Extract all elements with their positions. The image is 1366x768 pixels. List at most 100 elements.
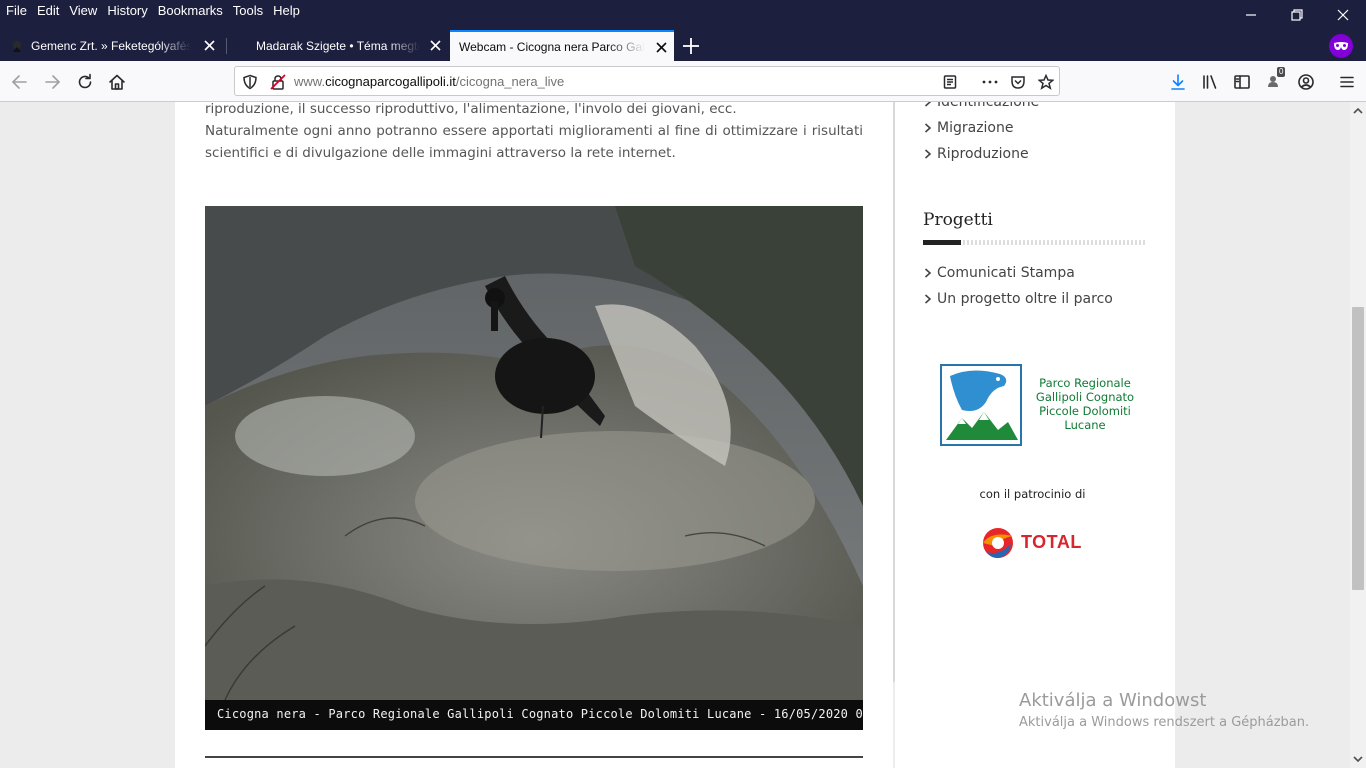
library-button[interactable]	[1197, 69, 1223, 95]
park-name: Parco Regionale Gallipoli Cognato Piccol…	[1035, 376, 1135, 432]
nest-scene-illustration	[205, 206, 863, 701]
close-icon	[656, 42, 667, 53]
home-button[interactable]	[104, 69, 130, 95]
insecure-lock-icon	[270, 74, 286, 90]
sidebar-link-comunicati[interactable]: Comunicati Stampa	[924, 265, 1075, 281]
tab-title: Gemenc Zrt. » Feketególyafészek	[31, 38, 191, 53]
menu-view[interactable]: View	[69, 2, 97, 19]
sidebar-link-progetto[interactable]: Un progetto oltre il parco	[924, 291, 1113, 307]
menu-bar: File Edit View History Bookmarks Tools H…	[0, 0, 1366, 30]
url-bar[interactable]: www.cicognaparcogallipoli.it/cicogna_ner…	[234, 66, 1060, 96]
menu-bookmarks[interactable]: Bookmarks	[158, 2, 223, 19]
hamburger-menu-icon	[1340, 76, 1354, 88]
pocket-button[interactable]	[1009, 73, 1027, 91]
sidebar-link-label: Un progetto oltre il parco	[937, 291, 1113, 307]
extension-badge: 0	[1277, 67, 1286, 77]
ellipsis-icon	[982, 80, 998, 84]
shield-icon	[243, 74, 257, 90]
url-text[interactable]: www.cicognaparcogallipoli.it/cicogna_ner…	[294, 74, 564, 89]
scrollbar-thumb[interactable]	[1352, 307, 1364, 590]
sidebar-icon	[1234, 75, 1250, 89]
close-icon	[1337, 9, 1349, 21]
chevron-right-icon	[924, 149, 932, 159]
heading-underline	[923, 240, 1145, 245]
back-button[interactable]	[6, 69, 32, 95]
reload-button[interactable]	[72, 69, 98, 95]
activation-title: Aktiválja a Windowst	[1019, 690, 1207, 711]
new-tab-button[interactable]	[679, 34, 703, 58]
sidebar-link-label: Riproduzione	[937, 146, 1029, 162]
webcam-stream-image: Cicogna nera - Parco Regionale Gallipoli…	[205, 206, 863, 730]
menu-help[interactable]: Help	[273, 2, 300, 19]
close-icon	[204, 40, 215, 51]
article-paragraph: riproduzione, il successo riproduttivo, …	[205, 102, 737, 117]
mask-icon	[1334, 42, 1348, 50]
activation-subtitle: Aktiválja a Windows rendszert a Gépházba…	[1019, 715, 1310, 730]
article-paragraph: Naturalmente ogni anno potranno essere a…	[205, 123, 863, 161]
total-logo-icon[interactable]	[981, 526, 1017, 560]
sidebar-toggle-button[interactable]	[1229, 69, 1255, 95]
site-favicon-icon	[13, 40, 21, 52]
reader-view-icon	[943, 75, 957, 89]
plus-icon	[683, 38, 699, 54]
park-logo[interactable]	[940, 364, 1022, 446]
eagle-mountain-logo-icon	[946, 370, 1018, 440]
tab-close-button[interactable]	[203, 39, 216, 52]
page-scrollbar[interactable]	[1350, 102, 1366, 768]
download-arrow-icon	[1171, 74, 1185, 90]
menu-tools[interactable]: Tools	[233, 2, 263, 19]
tab-title: Madarak Szigete • Téma megtekintése	[256, 38, 420, 53]
url-domain: cicognaparcogallipoli.it	[325, 74, 456, 89]
chevron-right-icon	[924, 102, 932, 107]
menu-file[interactable]: File	[6, 2, 27, 19]
main-content: riproduzione, il successo riproduttivo, …	[175, 102, 893, 768]
tab-close-button[interactable]	[655, 41, 668, 54]
url-path: /cicogna_nera_live	[455, 74, 565, 89]
webcam-caption: Cicogna nera - Parco Regionale Gallipoli…	[217, 707, 863, 721]
site-security-button[interactable]	[269, 73, 287, 91]
sidebar-link-label: Identificazione	[937, 102, 1040, 110]
tab-gemenc[interactable]: Gemenc Zrt. » Feketególyafészek	[0, 30, 222, 61]
patronage-text: con il patrocinio di	[979, 487, 1086, 501]
restore-button[interactable]	[1274, 0, 1320, 30]
star-icon	[1038, 74, 1054, 90]
minimize-icon	[1246, 14, 1256, 16]
sidebar-link-riproduzione[interactable]: Riproduzione	[924, 146, 1029, 162]
scroll-down-icon[interactable]	[1353, 754, 1363, 764]
tab-madarak[interactable]: Madarak Szigete • Téma megtekintése	[226, 30, 448, 61]
sponsor-name: TOTAL	[1021, 532, 1082, 552]
tab-close-button[interactable]	[429, 39, 442, 52]
reload-icon	[78, 73, 92, 89]
bookmark-star-button[interactable]	[1037, 73, 1055, 91]
minimize-button[interactable]	[1228, 0, 1274, 30]
chevron-right-icon	[924, 294, 932, 304]
sidebar-link-migrazione[interactable]: Migrazione	[924, 120, 1013, 136]
sidebar-link-identificazione[interactable]: Identificazione	[924, 102, 1039, 110]
scroll-up-icon[interactable]	[1353, 106, 1363, 116]
tab-title: Webcam - Cicogna nera Parco Gallipoli	[459, 39, 645, 54]
reader-view-button[interactable]	[941, 73, 959, 91]
page-viewport: riproduzione, il successo riproduttivo, …	[0, 102, 1350, 768]
tab-webcam[interactable]: Webcam - Cicogna nera Parco Gallipoli	[450, 30, 674, 61]
sidebar-heading-progetti: Progetti	[923, 210, 993, 230]
home-icon	[109, 74, 125, 90]
tracking-protection-button[interactable]	[241, 73, 259, 91]
app-menu-button[interactable]	[1334, 69, 1360, 95]
close-window-button[interactable]	[1320, 0, 1366, 30]
page-actions-button[interactable]	[981, 73, 999, 91]
restore-icon	[1291, 9, 1303, 21]
downloads-button[interactable]	[1165, 69, 1191, 95]
sidebar-link-label: Comunicati Stampa	[937, 265, 1075, 281]
chevron-right-icon	[924, 268, 932, 278]
pocket-icon	[1011, 76, 1025, 89]
forward-button[interactable]	[40, 69, 66, 95]
account-button[interactable]	[1293, 69, 1319, 95]
account-icon	[1298, 74, 1314, 90]
windows-activation-watermark: Aktiválja a Windowst Aktiválja a Windows…	[1019, 689, 1309, 733]
sidebar: Identificazione Migrazione Riproduzione …	[895, 102, 1175, 768]
close-icon	[430, 40, 441, 51]
menu-edit[interactable]: Edit	[37, 2, 59, 19]
private-browsing-indicator	[1329, 34, 1353, 58]
chevron-right-icon	[924, 123, 932, 133]
menu-history[interactable]: History	[107, 2, 147, 19]
